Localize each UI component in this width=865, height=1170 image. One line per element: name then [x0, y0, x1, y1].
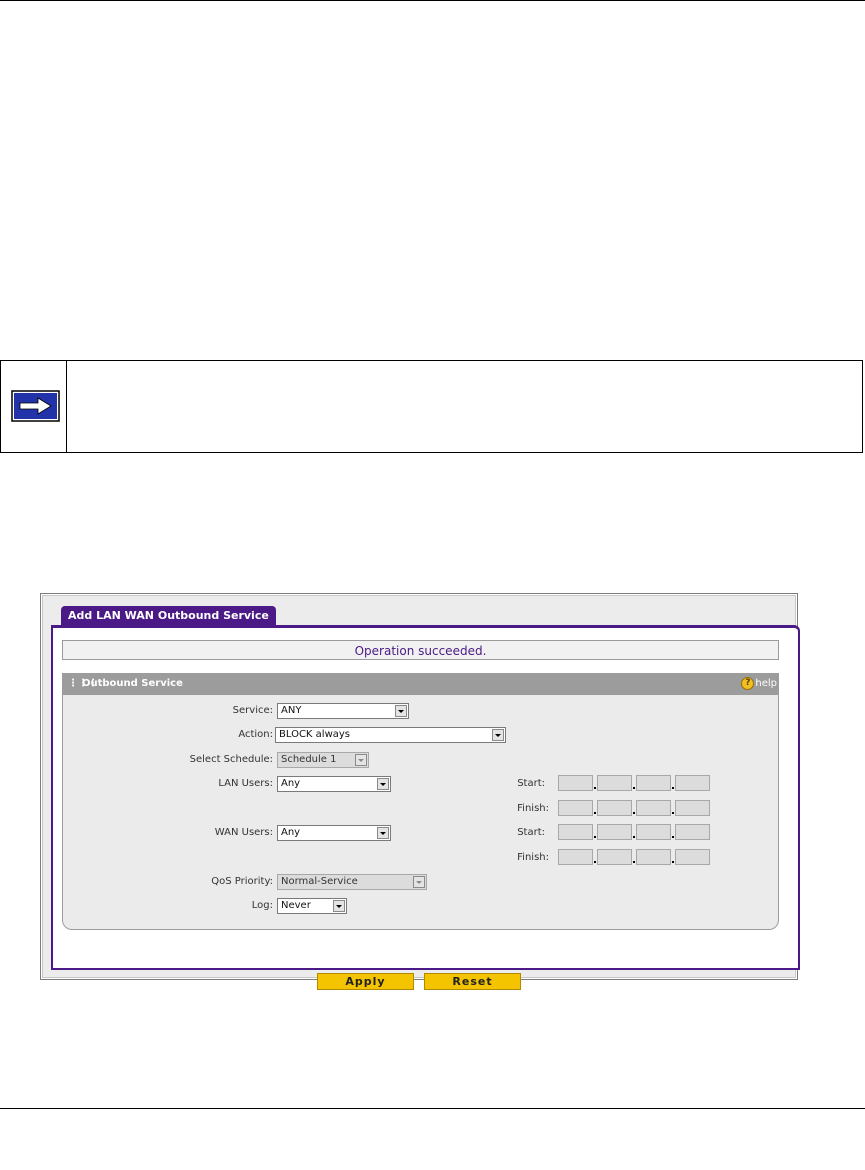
lan-users-label: LAN Users: [218, 778, 273, 789]
help-icon: ? [741, 676, 755, 690]
lan-finish-label: Finish: [517, 803, 549, 814]
service-label: Service: [232, 705, 273, 716]
section-title: Outbound Service [82, 678, 183, 689]
screenshot-background: Add LAN WAN Outbound Service Operation s… [42, 595, 800, 990]
wan-start-ip-octet-3[interactable] [636, 824, 671, 840]
lan-finish-ip-octet-3[interactable] [636, 800, 671, 816]
ip-separator-dot [672, 861, 674, 863]
lan-users-select[interactable]: Any [277, 776, 391, 792]
lan-start-ip-octet-1[interactable] [558, 775, 593, 791]
ip-separator-dot [633, 812, 635, 814]
reset-button[interactable]: Reset [424, 973, 521, 990]
log-select[interactable]: Never [277, 898, 347, 914]
tab-add-lan-wan-outbound-service[interactable]: Add LAN WAN Outbound Service [61, 606, 276, 625]
wan-start-ip-octet-1[interactable] [558, 824, 593, 840]
action-value: BLOCK always [279, 729, 351, 740]
schedule-value: Schedule 1 [281, 754, 337, 765]
lan-users-value: Any [281, 778, 301, 789]
action-select[interactable]: BLOCK always [275, 727, 506, 743]
chevron-down-icon [355, 754, 367, 766]
ip-separator-dot [594, 787, 596, 789]
ip-separator-dot [672, 812, 674, 814]
log-label: Log: [251, 900, 273, 911]
lan-start-label: Start: [517, 778, 545, 789]
action-label: Action: [238, 729, 273, 740]
apply-button[interactable]: Apply [317, 973, 414, 990]
ip-separator-dot [594, 836, 596, 838]
help-link[interactable]: ? help [741, 673, 777, 695]
qos-priority-select[interactable]: Normal-Service [277, 874, 427, 890]
schedule-label: Select Schedule: [189, 754, 273, 765]
chevron-down-icon [333, 900, 345, 912]
lan-finish-ip-octet-4[interactable] [675, 800, 710, 816]
qos-priority-label: QoS Priority: [211, 876, 273, 887]
wan-finish-label: Finish: [517, 852, 549, 863]
top-rule [0, 0, 865, 1]
chevron-down-icon [395, 705, 407, 717]
log-value: Never [281, 900, 311, 911]
ip-separator-dot [672, 836, 674, 838]
wan-start-ip-octet-4[interactable] [675, 824, 710, 840]
lan-start-ip-octet-3[interactable] [636, 775, 671, 791]
bottom-rule [0, 1108, 865, 1109]
service-select[interactable]: ANY [277, 703, 409, 719]
section-header: ⋮⋮⋮ Outbound Service ? help [62, 673, 779, 695]
wan-finish-ip-octet-2[interactable] [597, 849, 632, 865]
note-box [0, 360, 863, 453]
lan-start-ip-octet-4[interactable] [675, 775, 710, 791]
wan-start-ip-octet-2[interactable] [597, 824, 632, 840]
right-arrow-icon [11, 390, 60, 422]
wan-users-value: Any [281, 827, 301, 838]
status-message: Operation succeeded. [62, 640, 779, 660]
schedule-select[interactable]: Schedule 1 [277, 752, 369, 768]
chevron-down-icon [377, 827, 389, 839]
wan-users-select[interactable]: Any [277, 825, 391, 841]
wan-finish-ip-octet-1[interactable] [558, 849, 593, 865]
help-label: help [755, 678, 777, 689]
chevron-down-icon [492, 729, 504, 741]
lan-start-ip-octet-2[interactable] [597, 775, 632, 791]
note-divider [66, 361, 67, 452]
form-panel: Operation succeeded. ⋮⋮⋮ Outbound Servic… [51, 625, 800, 990]
chevron-down-icon [377, 778, 389, 790]
ip-separator-dot [633, 861, 635, 863]
lan-finish-ip-octet-1[interactable] [558, 800, 593, 816]
chevron-down-icon [413, 876, 425, 888]
ip-separator-dot [633, 787, 635, 789]
wan-finish-ip-octet-4[interactable] [675, 849, 710, 865]
qos-priority-value: Normal-Service [281, 876, 358, 887]
ip-separator-dot [672, 787, 674, 789]
outbound-service-screenshot: Add LAN WAN Outbound Service Operation s… [40, 593, 800, 990]
ip-separator-dot [594, 861, 596, 863]
service-value: ANY [281, 705, 302, 716]
ip-separator-dot [594, 812, 596, 814]
lan-finish-ip-octet-2[interactable] [597, 800, 632, 816]
wan-finish-ip-octet-3[interactable] [636, 849, 671, 865]
ip-separator-dot [633, 836, 635, 838]
wan-users-label: WAN Users: [214, 827, 273, 838]
wan-start-label: Start: [517, 827, 545, 838]
